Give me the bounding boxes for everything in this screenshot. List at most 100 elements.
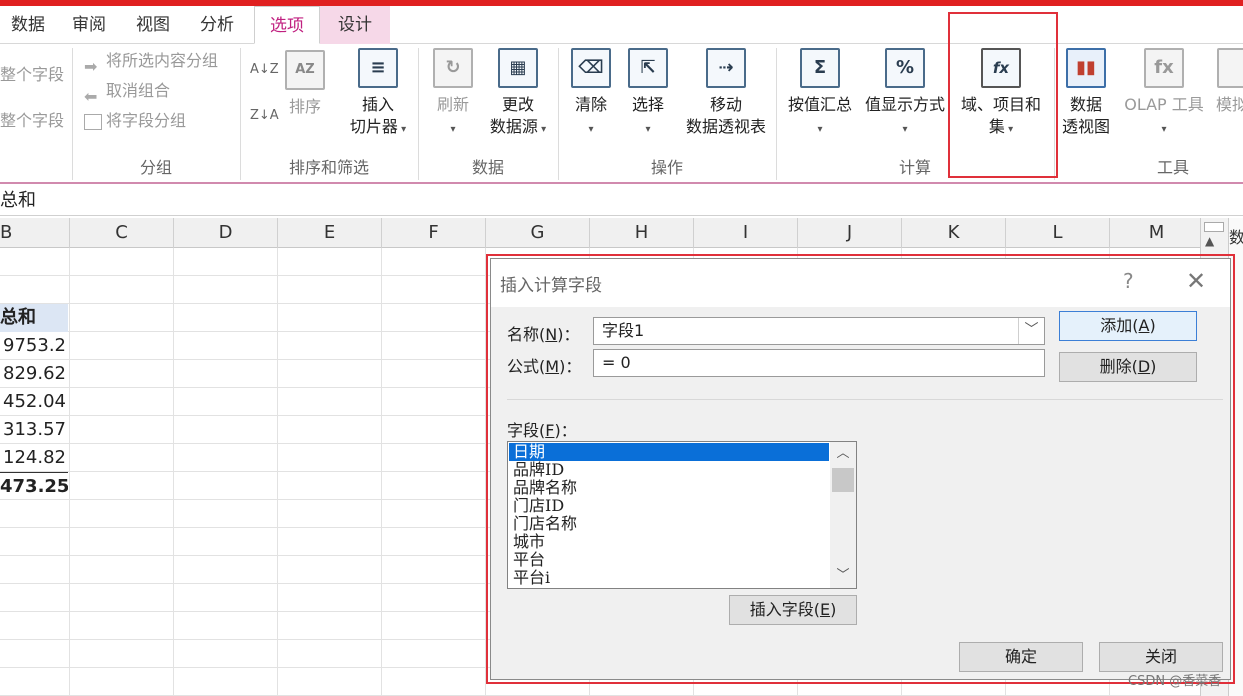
show-values-label: 值显示方式: [864, 95, 945, 114]
column-headers: B C D E F G H I J K L M: [0, 218, 1243, 248]
chevron-up-icon[interactable]: ︿: [830, 444, 856, 464]
chevron-down-icon: ▾: [1161, 124, 1167, 135]
select-button[interactable]: ⇱ 选择 ▾: [622, 48, 674, 141]
close-button[interactable]: 关闭: [1099, 642, 1223, 672]
tab-view[interactable]: 视图: [126, 6, 180, 44]
show-values-as-button[interactable]: % 值显示方式 ▾: [860, 48, 950, 141]
slicer-label-1: 插入: [361, 95, 394, 114]
column-header[interactable]: K: [902, 218, 1006, 248]
slicer-label-2: 切片器: [349, 117, 398, 136]
group-field-label: 将字段分组: [106, 111, 187, 130]
tab-data[interactable]: 数据: [4, 6, 52, 44]
group-field-icon: [84, 113, 102, 130]
group-label-sort: 排序和筛选: [288, 158, 369, 177]
column-header[interactable]: B: [0, 218, 70, 248]
grid-line: [173, 248, 174, 696]
chevron-down-icon: ▾: [397, 124, 407, 135]
list-item[interactable]: 品牌ID: [509, 461, 829, 479]
column-header[interactable]: J: [798, 218, 902, 248]
insert-field-button[interactable]: 插入字段(E): [729, 595, 857, 625]
list-item[interactable]: 城市: [509, 533, 829, 551]
pivotchart-button[interactable]: ▮▮ 数据 透视图: [1058, 48, 1114, 138]
tab-design[interactable]: 设计: [320, 6, 390, 44]
formula-bar[interactable]: 总和: [0, 186, 1243, 216]
pivot-header-cell[interactable]: 总和: [0, 304, 68, 332]
tab-analyze[interactable]: 分析: [190, 6, 244, 44]
insert-calculated-field-dialog: 插入计算字段 ? ✕ 名称(N)： 字段1 ﹀ 公式(M)： = 0 添加(A)…: [490, 258, 1231, 680]
column-header[interactable]: I: [694, 218, 798, 248]
group-label-actions: 操作: [650, 158, 683, 177]
tab-review[interactable]: 审阅: [64, 6, 114, 44]
list-scrollbar[interactable]: ︿ ﹀: [830, 442, 856, 588]
summarize-values-button[interactable]: Σ 按值汇总 ▾: [782, 48, 858, 141]
pivot-total-cell[interactable]: 473.25: [0, 472, 68, 500]
group-label-data: 数据: [471, 158, 504, 177]
move-pivottable-button[interactable]: ⇢ 移动 数据透视表: [678, 48, 774, 138]
pivot-value-cell[interactable]: 313.57: [0, 416, 68, 444]
eraser-icon: ⌫: [571, 48, 611, 88]
chevron-down-icon: ▾: [588, 124, 594, 135]
sort-za-icon[interactable]: Z↓A: [250, 108, 279, 123]
pivot-value-cell[interactable]: 452.04: [0, 388, 68, 416]
pivot-value-cell[interactable]: 9753.2: [0, 332, 68, 360]
group-field-button[interactable]: 将字段分组: [84, 108, 186, 134]
pivot-value-cell[interactable]: 829.62: [0, 360, 68, 388]
list-item[interactable]: 日期: [509, 443, 829, 461]
refresh-label: 刷新: [436, 95, 469, 114]
group-selection-button[interactable]: ➡ 将所选内容分组: [84, 48, 218, 76]
sort-icon: AZ: [285, 50, 325, 90]
help-icon[interactable]: ?: [1123, 269, 1134, 293]
add-button[interactable]: 添加(A): [1059, 311, 1197, 341]
list-item[interactable]: 门店名称: [509, 515, 829, 533]
column-header[interactable]: M: [1110, 218, 1204, 248]
tab-options[interactable]: 选项: [254, 6, 320, 44]
name-label: 名称(N)：: [507, 325, 580, 344]
ok-button[interactable]: 确定: [959, 642, 1083, 672]
insert-field-access-key: E: [819, 600, 831, 619]
move-table-icon: ⇢: [706, 48, 746, 88]
dialog-title: 插入计算字段: [500, 276, 602, 296]
sort-az-icon[interactable]: A↓Z: [250, 62, 279, 77]
chevron-down-icon: ▾: [645, 124, 651, 135]
column-header[interactable]: G: [486, 218, 590, 248]
split-handle[interactable]: [1204, 222, 1224, 232]
column-header[interactable]: F: [382, 218, 486, 248]
dialog-titlebar[interactable]: 插入计算字段 ? ✕: [491, 259, 1230, 307]
group-label-group: 分组: [139, 158, 172, 177]
column-header[interactable]: H: [590, 218, 694, 248]
name-combobox[interactable]: 字段1 ﹀: [593, 317, 1045, 345]
change-data-source-button[interactable]: ▦ 更改 数据源 ▾: [482, 48, 554, 141]
list-item[interactable]: 平台i: [509, 569, 829, 587]
expand-field-button[interactable]: 整个字段: [0, 62, 64, 88]
grid-line: [277, 248, 278, 696]
formula-access-key: M: [545, 357, 560, 376]
ungroup-button[interactable]: ⬅ 取消组合: [84, 78, 170, 106]
chevron-down-icon[interactable]: ﹀: [830, 566, 856, 586]
clear-button[interactable]: ⌫ 清除 ▾: [566, 48, 616, 141]
column-header[interactable]: D: [174, 218, 278, 248]
fields-listbox[interactable]: 日期 品牌ID 品牌名称 门店ID 门店名称 城市 平台 平台i ︿ ﹀: [507, 441, 857, 589]
collapse-field-button[interactable]: 整个字段: [0, 108, 64, 134]
list-item[interactable]: 品牌名称: [509, 479, 829, 497]
delete-button[interactable]: 删除(D): [1059, 352, 1197, 382]
olap-label: OLAP 工具: [1124, 95, 1204, 114]
pivot-value-cell[interactable]: 124.82: [0, 444, 68, 472]
what-if-button[interactable]: 模拟: [1212, 48, 1243, 116]
refresh-button[interactable]: ↻ 刷新 ▾: [426, 48, 480, 141]
scroll-up-icon[interactable]: ▲: [1205, 234, 1214, 248]
select-icon: ⇱: [628, 48, 668, 88]
scroll-thumb[interactable]: [832, 468, 854, 492]
column-header[interactable]: C: [70, 218, 174, 248]
sort-button[interactable]: AZ 排序: [278, 50, 332, 118]
formula-input[interactable]: = 0: [593, 349, 1045, 377]
olap-tools-button[interactable]: fx OLAP 工具 ▾: [1116, 48, 1212, 141]
column-header[interactable]: L: [1006, 218, 1110, 248]
close-icon[interactable]: ✕: [1186, 267, 1206, 295]
chevron-down-icon[interactable]: ﹀: [1018, 318, 1044, 344]
delete-label: 删除: [1099, 357, 1132, 376]
list-item[interactable]: 门店ID: [509, 497, 829, 515]
column-header[interactable]: E: [278, 218, 382, 248]
insert-slicer-button[interactable]: ≡ 插入 切片器 ▾: [340, 48, 416, 141]
chevron-down-icon: ▾: [902, 124, 908, 135]
list-item[interactable]: 平台: [509, 551, 829, 569]
